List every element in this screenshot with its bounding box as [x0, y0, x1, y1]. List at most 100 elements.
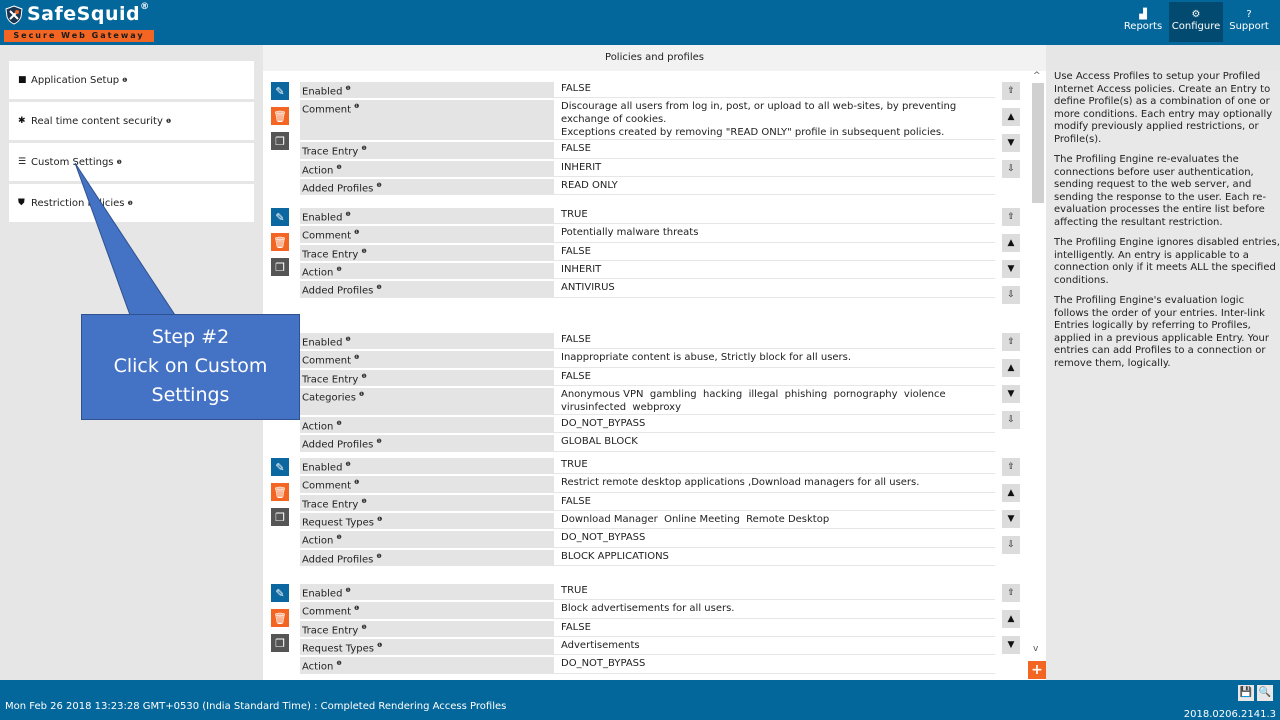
- info-icon[interactable]: ❶: [361, 248, 366, 255]
- info-icon[interactable]: ❶: [361, 498, 366, 505]
- field-row[interactable]: Comment ❶ Inappropriate content is abuse, …: [300, 351, 995, 370]
- safesquid-logo[interactable]: SafeSquid® Secure Web Gateway: [4, 2, 154, 43]
- delete-button[interactable]: 🗑: [271, 233, 289, 251]
- info-icon[interactable]: ❶: [336, 164, 341, 171]
- search-icon[interactable]: 🔍: [1257, 685, 1273, 701]
- field-row[interactable]: Enabled ❶ TRUE: [300, 458, 995, 477]
- sidebar-item-custom-settings[interactable]: ☰ Custom Settings ❶: [9, 143, 254, 181]
- scroll-up-icon[interactable]: ^: [1033, 71, 1041, 81]
- field-row[interactable]: Request Types ❶ Advertisements: [300, 638, 995, 658]
- field-row[interactable]: Comment ❶ Restrict remote desktop applicat…: [300, 476, 995, 495]
- move-to-top-button[interactable]: ⇧: [1002, 333, 1020, 351]
- move-to-bottom-button[interactable]: ⇩: [1002, 160, 1020, 178]
- info-icon[interactable]: ❶: [376, 438, 381, 445]
- nav-reports[interactable]: ▟ Reports: [1117, 2, 1169, 42]
- info-icon[interactable]: ❶: [345, 336, 350, 343]
- copy-button[interactable]: ❐: [271, 634, 289, 652]
- info-icon[interactable]: ❶: [128, 200, 133, 207]
- move-up-button[interactable]: ▲: [1002, 234, 1020, 252]
- scroll-down-icon[interactable]: v: [1033, 644, 1038, 654]
- field-row[interactable]: Enabled ❶ TRUE: [300, 208, 995, 227]
- policies-scrollbar[interactable]: ^ v: [1030, 71, 1046, 661]
- move-up-button[interactable]: ▲: [1002, 484, 1020, 502]
- nav-configure[interactable]: ⚙ Configure: [1169, 2, 1223, 42]
- info-icon[interactable]: ❶: [361, 624, 366, 631]
- info-icon[interactable]: ❶: [336, 266, 341, 273]
- edit-button[interactable]: ✎: [271, 458, 289, 476]
- copy-button[interactable]: ❐: [271, 258, 289, 276]
- info-icon[interactable]: ❶: [336, 534, 341, 541]
- field-row[interactable]: Action ❶ INHERIT: [300, 262, 995, 282]
- field-row[interactable]: Trace Entry ❶ FALSE: [300, 369, 995, 388]
- move-down-button[interactable]: ▼: [1002, 134, 1020, 152]
- info-icon[interactable]: ❶: [354, 229, 359, 236]
- field-row[interactable]: Added Profiles ❶ GLOBAL BLOCK: [300, 435, 995, 454]
- copy-button[interactable]: ❐: [271, 508, 289, 526]
- add-entry-button[interactable]: +: [1028, 661, 1046, 679]
- edit-button[interactable]: ✎: [271, 584, 289, 602]
- info-icon[interactable]: ❶: [354, 103, 359, 110]
- info-icon[interactable]: ❶: [345, 211, 350, 218]
- field-row[interactable]: Trace Entry ❶ FALSE: [300, 244, 995, 263]
- sidebar-item-restriction-policies[interactable]: ⛊ Restriction Policies ❶: [9, 184, 254, 222]
- info-icon[interactable]: ❶: [376, 182, 381, 189]
- field-row[interactable]: Request Types ❶ Download Manager Online Me…: [300, 512, 995, 532]
- move-to-top-button[interactable]: ⇧: [1002, 82, 1020, 100]
- info-icon[interactable]: ❶: [377, 516, 382, 523]
- field-row[interactable]: Action ❶ DO_NOT_BYPASS: [300, 657, 995, 676]
- copy-button[interactable]: ❐: [271, 132, 289, 150]
- field-row[interactable]: Comment ❶ Potentially malware threats: [300, 226, 995, 245]
- info-icon[interactable]: ❶: [376, 553, 381, 560]
- move-to-top-button[interactable]: ⇧: [1002, 584, 1020, 602]
- delete-button[interactable]: 🗑: [271, 107, 289, 125]
- info-icon[interactable]: ❶: [166, 118, 171, 125]
- nav-support[interactable]: ? Support: [1223, 2, 1275, 42]
- field-row[interactable]: Enabled ❶ TRUE: [300, 584, 995, 603]
- move-to-top-button[interactable]: ⇧: [1002, 208, 1020, 226]
- field-row[interactable]: Action ❶ DO_NOT_BYPASS: [300, 416, 995, 436]
- move-to-bottom-button[interactable]: ⇩: [1002, 411, 1020, 429]
- move-down-button[interactable]: ▼: [1002, 260, 1020, 278]
- edit-button[interactable]: ✎: [271, 82, 289, 100]
- field-row[interactable]: Trace Entry ❶ FALSE: [300, 620, 995, 639]
- field-row[interactable]: Added Profiles ❶ ANTIVIRUS: [300, 281, 995, 300]
- info-icon[interactable]: ❶: [345, 461, 350, 468]
- info-icon[interactable]: ❶: [361, 373, 366, 380]
- field-row[interactable]: Added Profiles ❶ BLOCK APPLICATIONS: [300, 549, 995, 568]
- info-icon[interactable]: ❶: [345, 587, 350, 594]
- field-row[interactable]: Added Profiles ❶ READ ONLY: [300, 178, 995, 198]
- scroll-thumb[interactable]: [1032, 83, 1044, 203]
- info-icon[interactable]: ❶: [376, 284, 381, 291]
- info-icon[interactable]: ❶: [345, 85, 350, 92]
- info-icon[interactable]: ❶: [377, 642, 382, 649]
- info-icon[interactable]: ❶: [336, 420, 341, 427]
- info-icon[interactable]: ❶: [354, 479, 359, 486]
- move-down-button[interactable]: ▼: [1002, 510, 1020, 528]
- move-up-button[interactable]: ▲: [1002, 610, 1020, 628]
- sidebar-item-application-setup[interactable]: ■ Application Setup ❶: [9, 61, 254, 99]
- field-row[interactable]: Comment ❶ Discourage all users from log in…: [300, 100, 995, 143]
- info-icon[interactable]: ❶: [354, 354, 359, 361]
- move-to-top-button[interactable]: ⇧: [1002, 458, 1020, 476]
- move-down-button[interactable]: ▼: [1002, 385, 1020, 403]
- info-icon[interactable]: ❶: [122, 77, 127, 84]
- move-to-bottom-button[interactable]: ⇩: [1002, 536, 1020, 554]
- sidebar-item-real-time-content-security[interactable]: ✱ Real time content security ❶: [9, 102, 254, 140]
- field-row[interactable]: Categories ❶ Anonymous VPN gambling hackin…: [300, 387, 995, 417]
- field-row[interactable]: Enabled ❶ FALSE: [300, 333, 995, 352]
- move-up-button[interactable]: ▲: [1002, 359, 1020, 377]
- delete-button[interactable]: 🗑: [271, 483, 289, 501]
- save-icon[interactable]: 💾: [1238, 685, 1254, 701]
- move-up-button[interactable]: ▲: [1002, 108, 1020, 126]
- delete-button[interactable]: 🗑: [271, 609, 289, 627]
- field-row[interactable]: Trace Entry ❶ FALSE: [300, 142, 995, 161]
- info-icon[interactable]: ❶: [354, 605, 359, 612]
- move-down-button[interactable]: ▼: [1002, 636, 1020, 654]
- info-icon[interactable]: ❶: [359, 391, 364, 398]
- info-icon[interactable]: ❶: [361, 145, 366, 152]
- info-icon[interactable]: ❶: [117, 159, 122, 166]
- field-row[interactable]: Comment ❶ Block advertisements for all use…: [300, 602, 995, 621]
- move-to-bottom-button[interactable]: ⇩: [1002, 286, 1020, 304]
- edit-button[interactable]: ✎: [271, 208, 289, 226]
- info-icon[interactable]: ❶: [336, 660, 341, 667]
